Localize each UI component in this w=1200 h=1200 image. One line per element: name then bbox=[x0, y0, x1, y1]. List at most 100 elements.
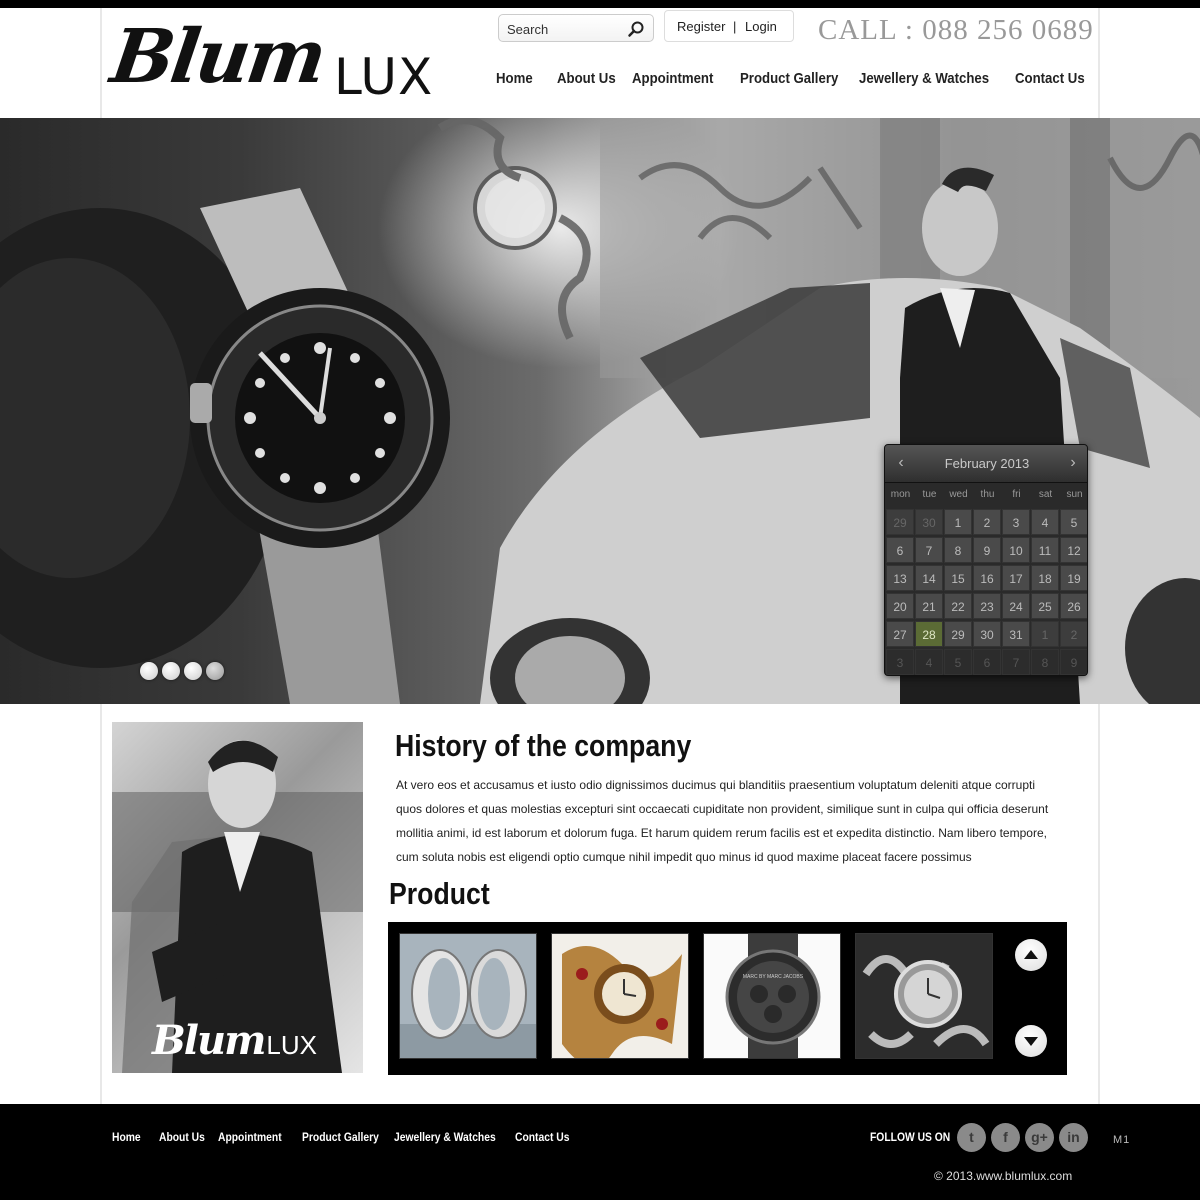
nav-contact-us[interactable]: Contact Us bbox=[1015, 70, 1085, 94]
calendar-day[interactable]: 19 bbox=[1060, 565, 1087, 591]
auth-separator: | bbox=[733, 19, 737, 34]
login-link[interactable]: Login bbox=[745, 19, 777, 34]
footer-link-jewellery-watches[interactable]: Jewellery & Watches bbox=[394, 1130, 496, 1144]
calendar-day[interactable]: 3 bbox=[886, 649, 914, 675]
calendar-day[interactable]: 10 bbox=[1002, 537, 1030, 563]
portrait-logo-caps: LUX bbox=[266, 1030, 317, 1060]
footer-link-contact-us[interactable]: Contact Us bbox=[515, 1130, 569, 1144]
calendar-day[interactable]: 16 bbox=[973, 565, 1001, 591]
arrow-up-icon bbox=[1024, 950, 1038, 959]
calendar-day[interactable]: 31 bbox=[1002, 621, 1030, 647]
carousel-up-button[interactable] bbox=[1015, 939, 1047, 971]
calendar-day[interactable]: 30 bbox=[973, 621, 1001, 647]
calendar-day[interactable]: 18 bbox=[1031, 565, 1059, 591]
calendar-day[interactable]: 20 bbox=[886, 593, 914, 619]
slider-dot-4[interactable] bbox=[206, 662, 224, 680]
calendar-weekday: mon bbox=[890, 489, 911, 500]
calendar-day[interactable]: 28 bbox=[915, 621, 943, 647]
nav-jewellery-watches[interactable]: Jewellery & Watches bbox=[859, 70, 989, 94]
calendar-day[interactable]: 7 bbox=[1002, 649, 1030, 675]
calendar-day[interactable]: 23 bbox=[973, 593, 1001, 619]
nav-product-gallery[interactable]: Product Gallery bbox=[740, 70, 838, 94]
chevron-right-icon[interactable]: › bbox=[1063, 453, 1083, 473]
footer-link-home[interactable]: Home bbox=[112, 1130, 141, 1144]
slider-dot-2[interactable] bbox=[162, 662, 180, 680]
calendar-day[interactable]: 12 bbox=[1060, 537, 1087, 563]
register-link[interactable]: Register bbox=[677, 19, 725, 34]
man-head bbox=[922, 180, 998, 276]
calendar-weekday: wed bbox=[949, 489, 968, 500]
google-plus-icon[interactable]: g+ bbox=[1025, 1123, 1054, 1152]
history-heading: History of the company bbox=[395, 728, 692, 763]
calendar-day[interactable]: 11 bbox=[1031, 537, 1059, 563]
footer-link-product-gallery[interactable]: Product Gallery bbox=[302, 1130, 379, 1144]
product-thumb-chronograph[interactable]: MARC BY MARC JACOBS bbox=[703, 933, 841, 1059]
product-thumb-diamond-watch[interactable] bbox=[855, 933, 993, 1059]
calendar-day[interactable]: 4 bbox=[1031, 509, 1059, 535]
nav-about-us[interactable]: About Us bbox=[557, 70, 616, 94]
search-box bbox=[498, 14, 654, 42]
diamond-watch bbox=[437, 118, 591, 340]
calendar-day[interactable]: 25 bbox=[1031, 593, 1059, 619]
calendar-day[interactable]: 21 bbox=[915, 593, 943, 619]
calendar-day[interactable]: 26 bbox=[1060, 593, 1087, 619]
calendar-widget: ‹ February 2013 › mon tue wed thu fri sat sun 2… bbox=[884, 444, 1088, 676]
calendar-day[interactable]: 2 bbox=[1060, 621, 1087, 647]
product-heading: Product bbox=[389, 876, 490, 911]
calendar-day[interactable]: 17 bbox=[1002, 565, 1030, 591]
calendar-day[interactable]: 30 bbox=[915, 509, 943, 535]
calendar-day[interactable]: 15 bbox=[944, 565, 972, 591]
calendar-day[interactable]: 6 bbox=[886, 537, 914, 563]
footer-link-about-us[interactable]: About Us bbox=[159, 1130, 205, 1144]
calendar-day[interactable]: 4 bbox=[915, 649, 943, 675]
calendar-day[interactable]: 1 bbox=[944, 509, 972, 535]
slider-dot-1[interactable] bbox=[140, 662, 158, 680]
calendar-day[interactable]: 5 bbox=[944, 649, 972, 675]
rolex-watch bbox=[190, 188, 450, 704]
portrait-logo-script: Blum bbox=[152, 1017, 266, 1064]
phone-number: CALL : 088 256 0689 bbox=[818, 14, 1094, 46]
calendar-weekday: thu bbox=[980, 489, 995, 500]
calendar-day[interactable]: 5 bbox=[1060, 509, 1087, 535]
auth-links: Register | Login bbox=[664, 10, 794, 42]
portrait-brand-logo: BlumLUX bbox=[152, 1017, 317, 1064]
calendar-day[interactable]: 2 bbox=[973, 509, 1001, 535]
calendar-day[interactable]: 9 bbox=[1060, 649, 1087, 675]
calendar-day[interactable]: 9 bbox=[973, 537, 1001, 563]
search-input[interactable] bbox=[507, 19, 619, 39]
carousel-down-button[interactable] bbox=[1015, 1025, 1047, 1057]
product-thumb-gold-watch[interactable] bbox=[551, 933, 689, 1059]
calendar-day[interactable]: 1 bbox=[1031, 621, 1059, 647]
product-thumb-rings[interactable] bbox=[399, 933, 537, 1059]
calendar-day[interactable]: 8 bbox=[1031, 649, 1059, 675]
footer: Home About Us Appointment Product Galler… bbox=[0, 1104, 1200, 1200]
logo-caps: LUX bbox=[334, 48, 434, 106]
brand-logo[interactable]: Blum LUX bbox=[106, 14, 447, 110]
watch-brand-text: MARC BY MARC JACOBS bbox=[743, 974, 804, 980]
calendar-day[interactable]: 14 bbox=[915, 565, 943, 591]
calendar-day[interactable]: 6 bbox=[973, 649, 1001, 675]
calendar-day[interactable]: 27 bbox=[886, 621, 914, 647]
calendar-day[interactable]: 24 bbox=[1002, 593, 1030, 619]
history-paragraph: At vero eos et accusamus et iusto odio d… bbox=[396, 778, 1049, 864]
calendar-day[interactable]: 13 bbox=[886, 565, 914, 591]
calendar-weekday: sat bbox=[1038, 489, 1053, 500]
calendar-day[interactable]: 22 bbox=[944, 593, 972, 619]
search-icon[interactable] bbox=[627, 20, 645, 38]
nav-home[interactable]: Home bbox=[496, 70, 533, 94]
copyright: © 2013.www.blumlux.com bbox=[934, 1169, 1073, 1183]
slider-dot-3[interactable] bbox=[184, 662, 202, 680]
twitter-icon[interactable]: t bbox=[957, 1123, 986, 1152]
linkedin-icon[interactable]: in bbox=[1059, 1123, 1088, 1152]
footer-link-appointment[interactable]: Appointment bbox=[218, 1130, 282, 1144]
arrow-down-icon bbox=[1024, 1037, 1038, 1046]
calendar-day[interactable]: 3 bbox=[1002, 509, 1030, 535]
calendar-weekday: sun bbox=[1066, 489, 1083, 500]
calendar-day[interactable]: 7 bbox=[915, 537, 943, 563]
follow-us-label: FOLLOW US ON bbox=[870, 1130, 951, 1144]
calendar-day[interactable]: 29 bbox=[944, 621, 972, 647]
calendar-day[interactable]: 8 bbox=[944, 537, 972, 563]
facebook-icon[interactable]: f bbox=[991, 1123, 1020, 1152]
nav-appointment[interactable]: Appointment bbox=[632, 70, 713, 94]
calendar-day[interactable]: 29 bbox=[886, 509, 914, 535]
